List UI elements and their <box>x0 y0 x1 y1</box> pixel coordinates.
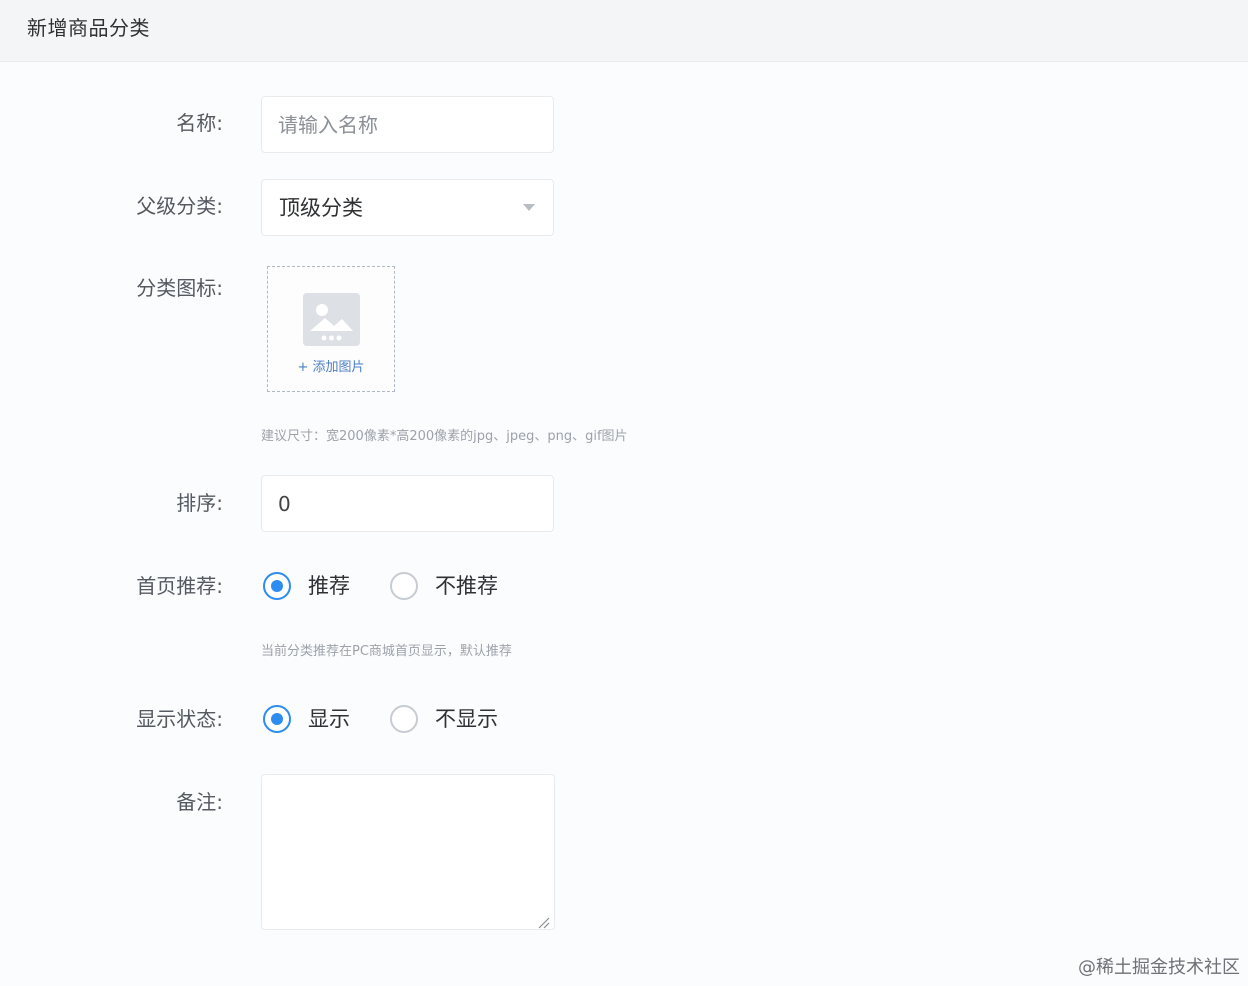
page-header: 新增商品分类 <box>0 0 1248 62</box>
watermark: @稀土掘金技术社区 <box>1078 957 1240 978</box>
radio-hide[interactable]: 不显示 <box>390 704 498 734</box>
category-form: 名称: 父级分类: 顶级分类 分类图标: + 添加图片 建议尺寸：宽 <box>0 62 1248 986</box>
radio-show[interactable]: 显示 <box>263 704 350 734</box>
name-input[interactable] <box>261 96 554 153</box>
page-title: 新增商品分类 <box>27 16 150 40</box>
radio-checked-icon <box>263 572 291 600</box>
display-status-label: 显示状态: <box>136 707 223 731</box>
parent-category-value: 顶级分类 <box>279 196 363 220</box>
radio-hide-label: 不显示 <box>435 707 498 731</box>
add-image-upload[interactable]: + 添加图片 <box>267 266 395 392</box>
radio-checked-icon <box>263 705 291 733</box>
resize-handle-icon[interactable] <box>538 914 550 929</box>
radio-not-recommend[interactable]: 不推荐 <box>390 571 498 601</box>
chevron-down-icon <box>523 204 535 211</box>
category-icon-label: 分类图标: <box>136 276 223 300</box>
remark-label: 备注: <box>176 790 223 814</box>
radio-recommend[interactable]: 推荐 <box>263 571 350 601</box>
parent-category-select[interactable]: 顶级分类 <box>261 179 554 236</box>
homepage-recommend-label: 首页推荐: <box>136 574 223 598</box>
radio-not-recommend-label: 不推荐 <box>435 574 498 598</box>
parent-category-label: 父级分类: <box>136 194 223 218</box>
display-status-radio-group: 显示 不显示 <box>263 703 498 735</box>
name-label: 名称: <box>176 111 223 135</box>
page: 新增商品分类 名称: 父级分类: 顶级分类 分类图标: <box>0 0 1248 986</box>
homepage-recommend-radio-group: 推荐 不推荐 <box>263 570 498 602</box>
radio-unchecked-icon <box>390 705 418 733</box>
sort-input[interactable] <box>261 475 554 532</box>
radio-recommend-label: 推荐 <box>308 574 350 598</box>
recommend-hint: 当前分类推荐在PC商城首页显示，默认推荐 <box>261 644 512 659</box>
add-image-label: + 添加图片 <box>297 360 365 375</box>
image-placeholder-icon <box>303 293 360 346</box>
icon-size-hint: 建议尺寸：宽200像素*高200像素的jpg、jpeg、png、gif图片 <box>261 429 628 444</box>
remark-textarea[interactable] <box>261 774 555 930</box>
radio-unchecked-icon <box>390 572 418 600</box>
sort-label: 排序: <box>176 491 223 515</box>
radio-show-label: 显示 <box>308 707 350 731</box>
